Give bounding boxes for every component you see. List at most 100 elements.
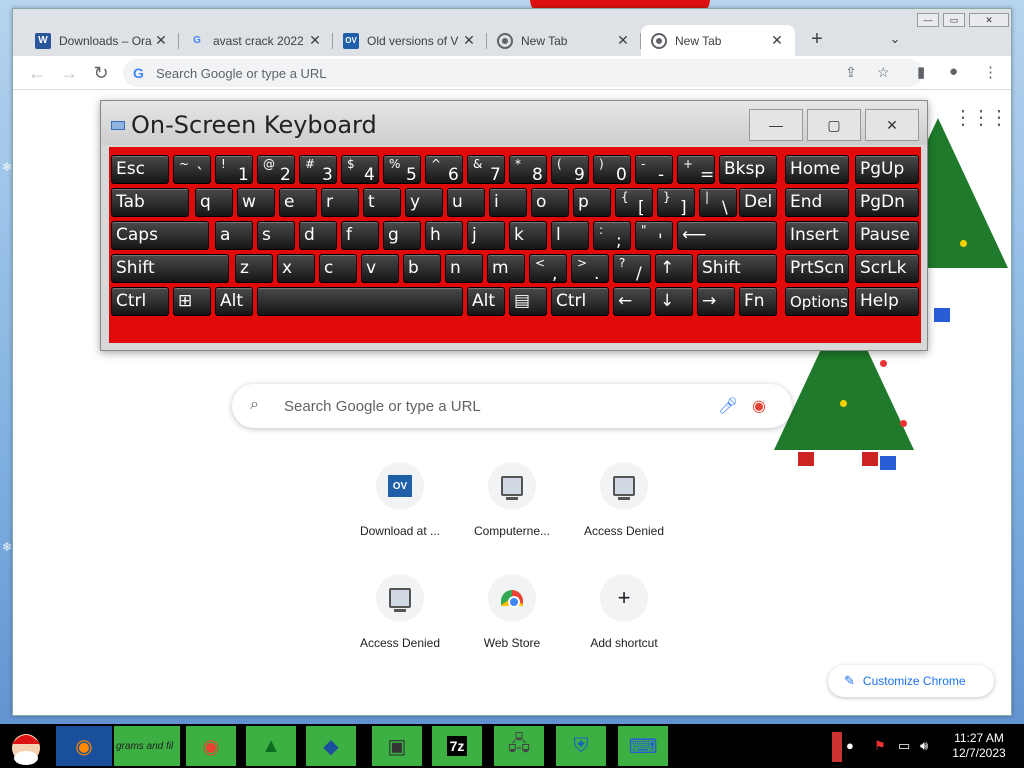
- key-q-button[interactable]: q: [195, 188, 233, 217]
- key-w-button[interactable]: w: [237, 188, 275, 217]
- shortcut-add[interactable]: + Add shortcut: [568, 574, 680, 650]
- start-button[interactable]: [0, 724, 52, 768]
- tab-close-icon[interactable]: ✕: [461, 32, 477, 49]
- shortcut-computerne[interactable]: Computerne...: [456, 462, 568, 538]
- key-ctrl-button[interactable]: Ctrl: [111, 287, 169, 316]
- key--button[interactable]: :;: [593, 221, 631, 251]
- key-tab-button[interactable]: Tab: [111, 188, 189, 217]
- reload-icon[interactable]: ↻: [89, 61, 113, 85]
- key-0-button[interactable]: ) 0: [593, 155, 631, 185]
- key--button[interactable]: ▤: [509, 287, 547, 316]
- shortcut-access-denied-1[interactable]: Access Denied: [568, 462, 680, 538]
- key-t-button[interactable]: t: [363, 188, 401, 217]
- tab-new-tab-1[interactable]: New Tab ✕: [487, 25, 641, 56]
- key--button[interactable]: }]: [657, 188, 695, 218]
- share-icon[interactable]: ⇪: [845, 64, 857, 81]
- key--button[interactable]: " ': [635, 221, 673, 251]
- window-close-button[interactable]: ✕: [969, 13, 1009, 27]
- bookmark-star-icon[interactable]: ☆: [877, 64, 890, 81]
- key-o-button[interactable]: o: [531, 188, 569, 217]
- tab-downloads[interactable]: W Downloads – Ora ✕: [25, 25, 179, 56]
- key-6-button[interactable]: ^ 6: [425, 155, 463, 185]
- key-caps-button[interactable]: Caps: [111, 221, 209, 250]
- key-h-button[interactable]: h: [425, 221, 463, 250]
- key-2-button[interactable]: @2: [257, 155, 295, 185]
- key-r-button[interactable]: r: [321, 188, 359, 217]
- tab-close-icon[interactable]: ✕: [307, 32, 323, 49]
- taskbar-monitor[interactable]: ▣: [372, 726, 422, 766]
- taskbar-firefox[interactable]: ◉: [56, 726, 112, 766]
- key-end-button[interactable]: End: [785, 188, 849, 217]
- key-help-button[interactable]: Help: [855, 287, 919, 316]
- taskbar-clock[interactable]: 11:27 AM 12/7/2023: [944, 731, 1014, 761]
- osk-close-button[interactable]: ✕: [865, 109, 919, 141]
- osk-maximize-button[interactable]: ▢: [807, 109, 861, 141]
- side-panel-icon[interactable]: ▮: [917, 63, 925, 81]
- key--button[interactable]: ⟵: [677, 221, 777, 250]
- tab-old-versions[interactable]: OV Old versions of V ✕: [333, 25, 487, 56]
- key-prtscn-button[interactable]: PrtScn: [785, 254, 849, 283]
- key-1-button[interactable]: ! 1: [215, 155, 253, 185]
- key-fn-button[interactable]: Fn: [739, 287, 777, 316]
- window-minimize-button[interactable]: —: [917, 13, 939, 27]
- key-z-button[interactable]: z: [235, 254, 273, 283]
- power-icon[interactable]: ▭: [898, 738, 910, 754]
- google-lens-icon[interactable]: ◉: [752, 396, 766, 416]
- key-x-button[interactable]: x: [277, 254, 315, 283]
- key-n-button[interactable]: n: [445, 254, 483, 283]
- key--button[interactable]: ↓: [655, 287, 693, 316]
- taskbar-keyboard[interactable]: ⌨: [618, 726, 668, 766]
- key-pause-button[interactable]: Pause: [855, 221, 919, 250]
- key-i-button[interactable]: i: [489, 188, 527, 217]
- key-9-button[interactable]: (9: [551, 155, 589, 185]
- taskbar-security-shield[interactable]: ⛨: [556, 726, 606, 766]
- key-7-button[interactable]: & 7: [467, 155, 505, 185]
- key-4-button[interactable]: $4: [341, 155, 379, 185]
- key-pgdn-button[interactable]: PgDn: [855, 188, 919, 217]
- volume-icon[interactable]: 🔊︎: [920, 738, 928, 754]
- key-a-button[interactable]: a: [215, 221, 253, 250]
- taskbar-virtualbox[interactable]: ◆: [306, 726, 356, 766]
- taskbar-7zip[interactable]: 7z: [432, 726, 482, 766]
- key-d-button[interactable]: d: [299, 221, 337, 250]
- key--button[interactable]: ~ `: [173, 155, 211, 185]
- tab-search-chevron-icon[interactable]: ⌄: [883, 27, 907, 51]
- key-home-button[interactable]: Home: [785, 155, 849, 184]
- key-alt-button[interactable]: Alt: [467, 287, 505, 316]
- profile-avatar-icon[interactable]: ●: [949, 63, 958, 80]
- microphone-icon[interactable]: 🎤︎: [718, 396, 738, 416]
- omnibox[interactable]: G Search Google or type a URL ⇪ ☆: [123, 59, 923, 87]
- key-g-button[interactable]: g: [383, 221, 421, 250]
- key-3-button[interactable]: #3: [299, 155, 337, 185]
- key-s-button[interactable]: s: [257, 221, 295, 250]
- shortcut-download-at[interactable]: OV Download at ...: [344, 462, 456, 538]
- key-c-button[interactable]: c: [319, 254, 357, 283]
- key-pgup-button[interactable]: PgUp: [855, 155, 919, 184]
- key-bksp-button[interactable]: Bksp: [719, 155, 777, 184]
- key-shift-button[interactable]: Shift: [697, 254, 777, 283]
- tab-close-icon[interactable]: ✕: [153, 32, 169, 49]
- key--button[interactable]: ? /: [613, 254, 651, 284]
- key-b-button[interactable]: b: [403, 254, 441, 283]
- window-maximize-button[interactable]: ▭: [943, 13, 965, 27]
- key-l-button[interactable]: l: [551, 221, 589, 250]
- new-tab-button[interactable]: +: [805, 27, 829, 51]
- forward-arrow-icon[interactable]: →: [57, 61, 81, 85]
- key-v-button[interactable]: v: [361, 254, 399, 283]
- tab-close-icon[interactable]: ✕: [769, 32, 785, 49]
- key-space-button[interactable]: [257, 287, 463, 316]
- key--button[interactable]: →: [697, 287, 735, 316]
- tab-close-icon[interactable]: ✕: [615, 32, 631, 49]
- key-del-button[interactable]: Del: [739, 188, 777, 217]
- osk-minimize-button[interactable]: —: [749, 109, 803, 141]
- key-j-button[interactable]: j: [467, 221, 505, 250]
- osk-titlebar[interactable]: On-Screen Keyboard — ▢ ✕: [101, 101, 927, 145]
- taskbar-xmas-tree[interactable]: ▲: [246, 726, 296, 766]
- tray-dot-icon[interactable]: ●: [846, 738, 854, 753]
- shortcut-web-store[interactable]: Web Store: [456, 574, 568, 650]
- key-k-button[interactable]: k: [509, 221, 547, 250]
- tab-new-tab-active[interactable]: New Tab ✕: [641, 25, 795, 56]
- key--button[interactable]: {[: [615, 188, 653, 218]
- key-5-button[interactable]: % 5: [383, 155, 421, 185]
- taskbar-network[interactable]: 🖧︎: [494, 726, 544, 766]
